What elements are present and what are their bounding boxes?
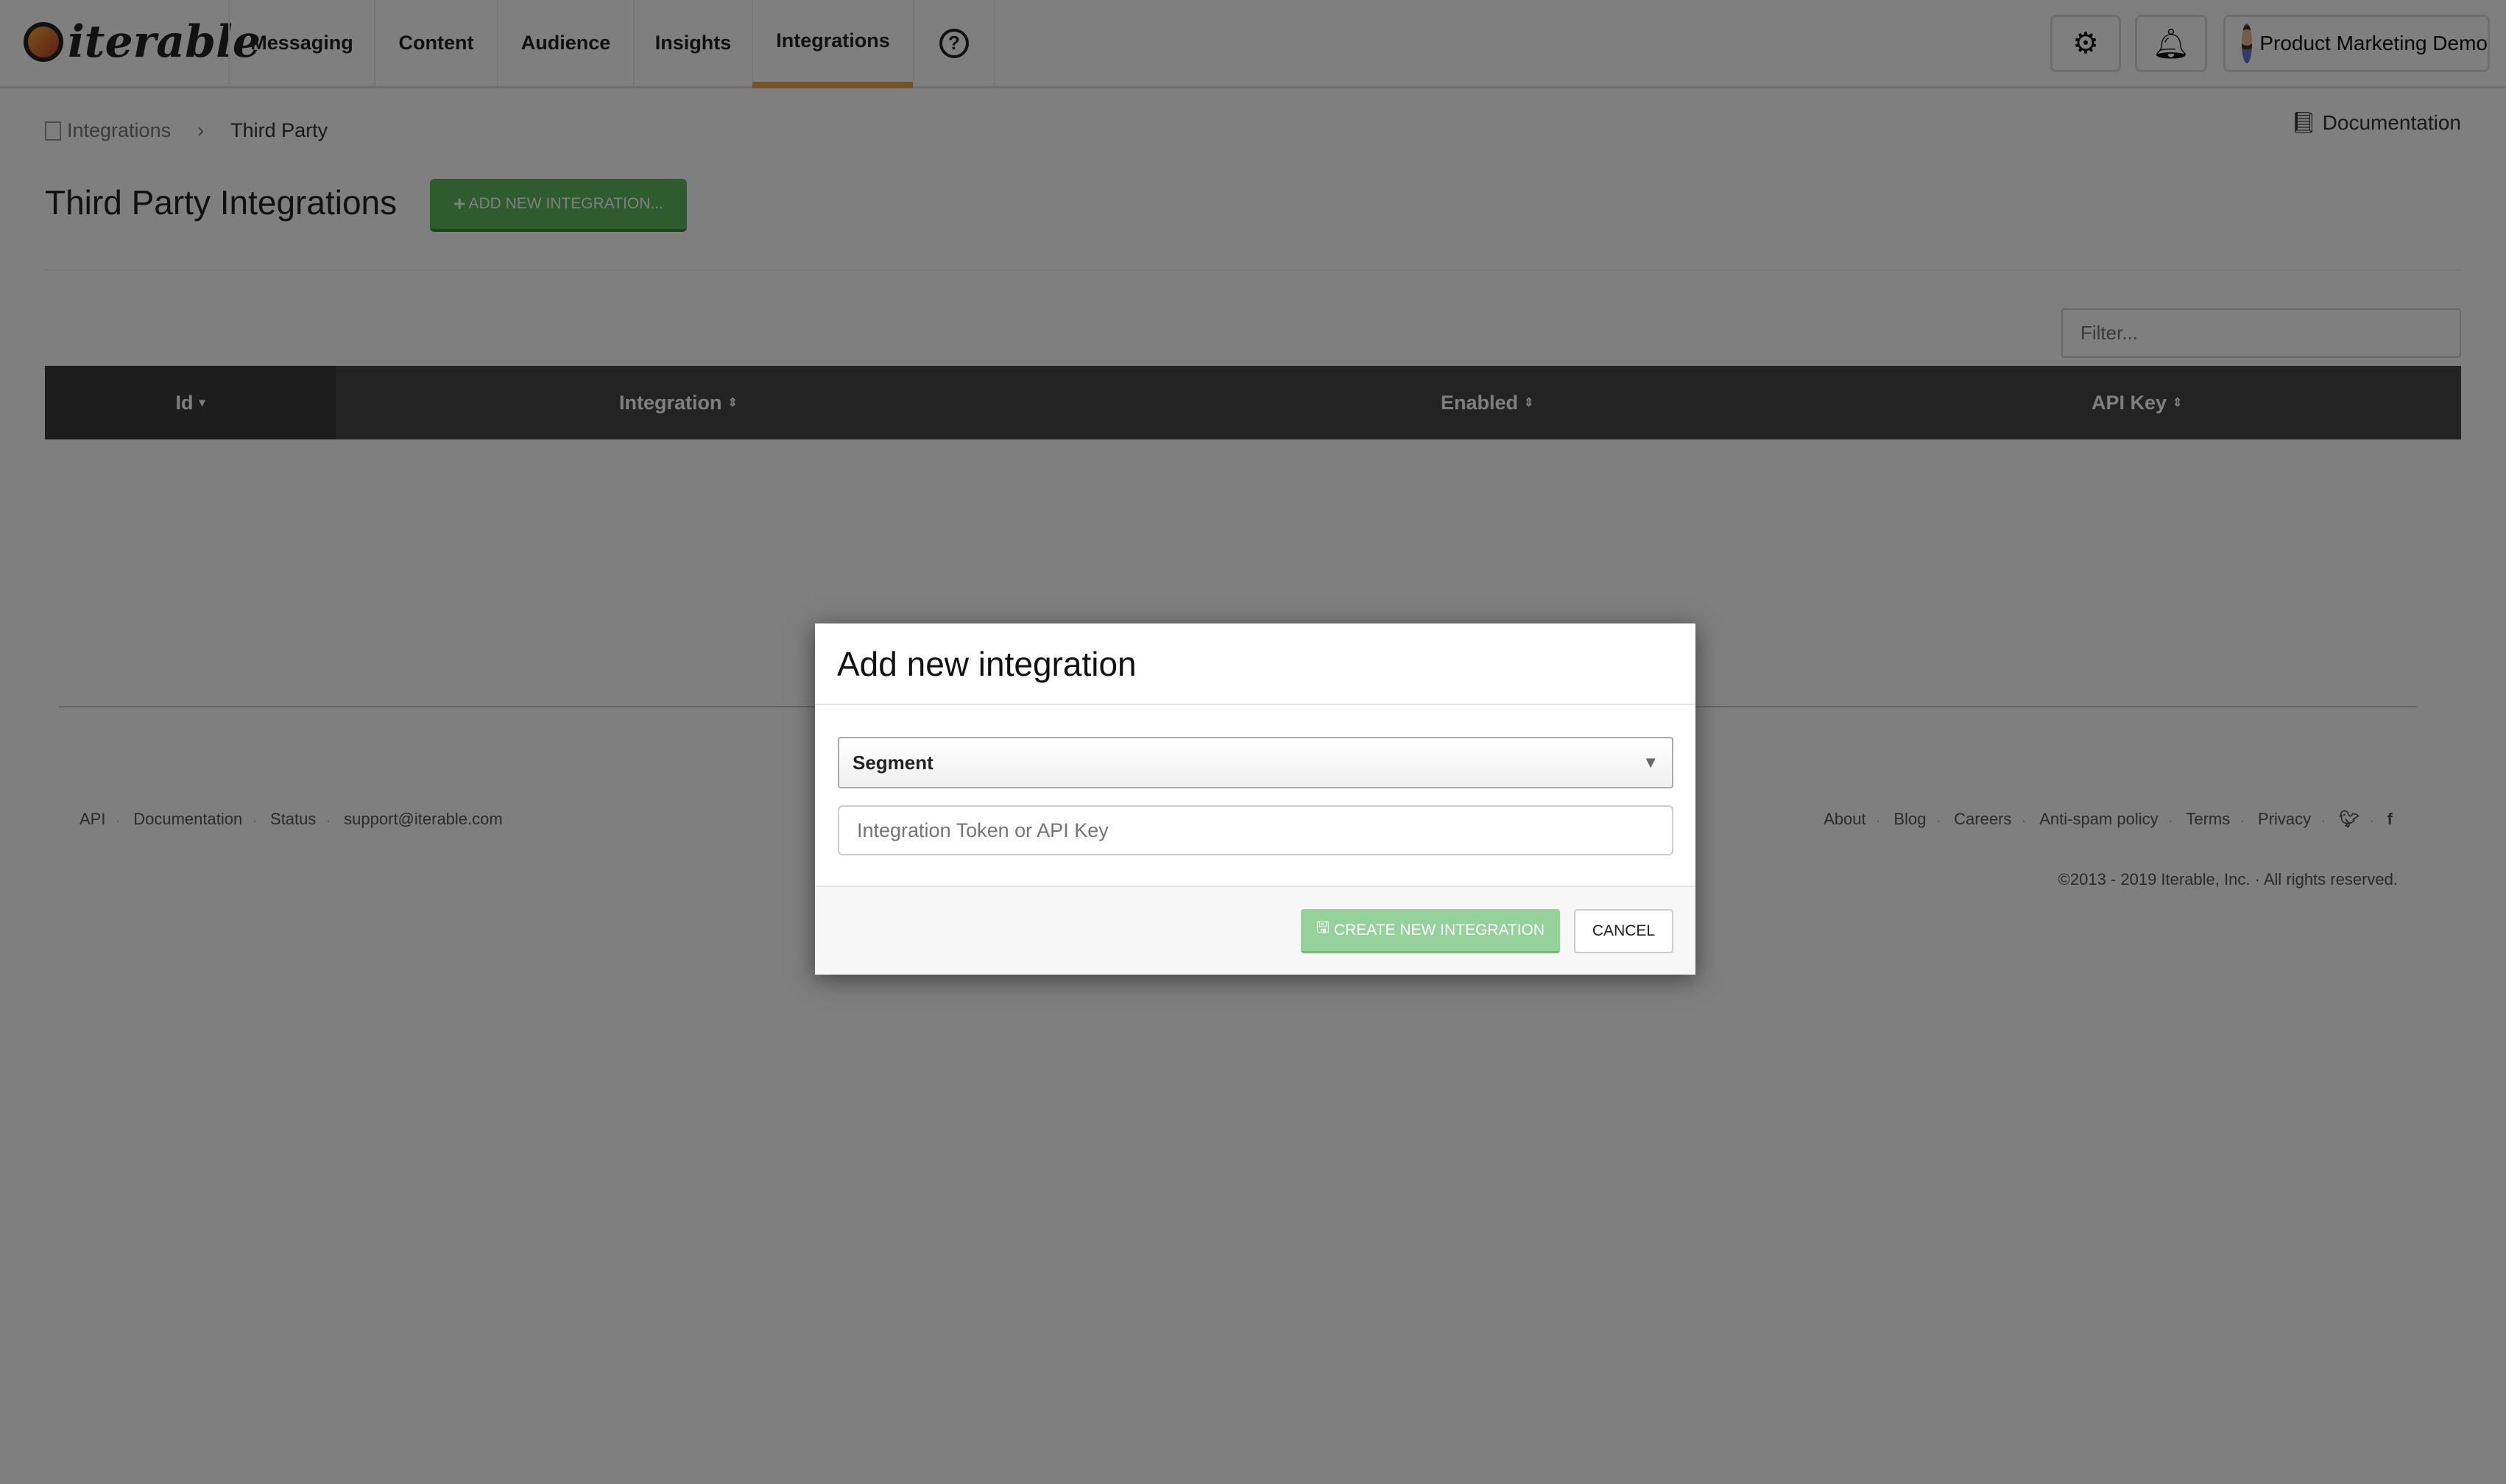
modal-title: Add new integration — [837, 645, 1137, 683]
caret-down-icon: ▼ — [1642, 753, 1659, 771]
integration-type-select[interactable]: Segment ▼ — [838, 737, 1673, 788]
integration-token-input[interactable] — [838, 805, 1673, 855]
cancel-button[interactable]: CANCEL — [1574, 909, 1673, 953]
modal-header-divider — [815, 704, 1695, 705]
create-integration-button[interactable]: 🖫︎ CREATE NEW INTEGRATION — [1301, 909, 1560, 953]
modal-footer: 🖫︎ CREATE NEW INTEGRATION CANCEL — [815, 886, 1695, 975]
save-icon: 🖫︎ — [1316, 919, 1330, 936]
add-integration-modal: Add new integration Segment▼ 🖫︎CREATE NE… — [815, 623, 1695, 975]
